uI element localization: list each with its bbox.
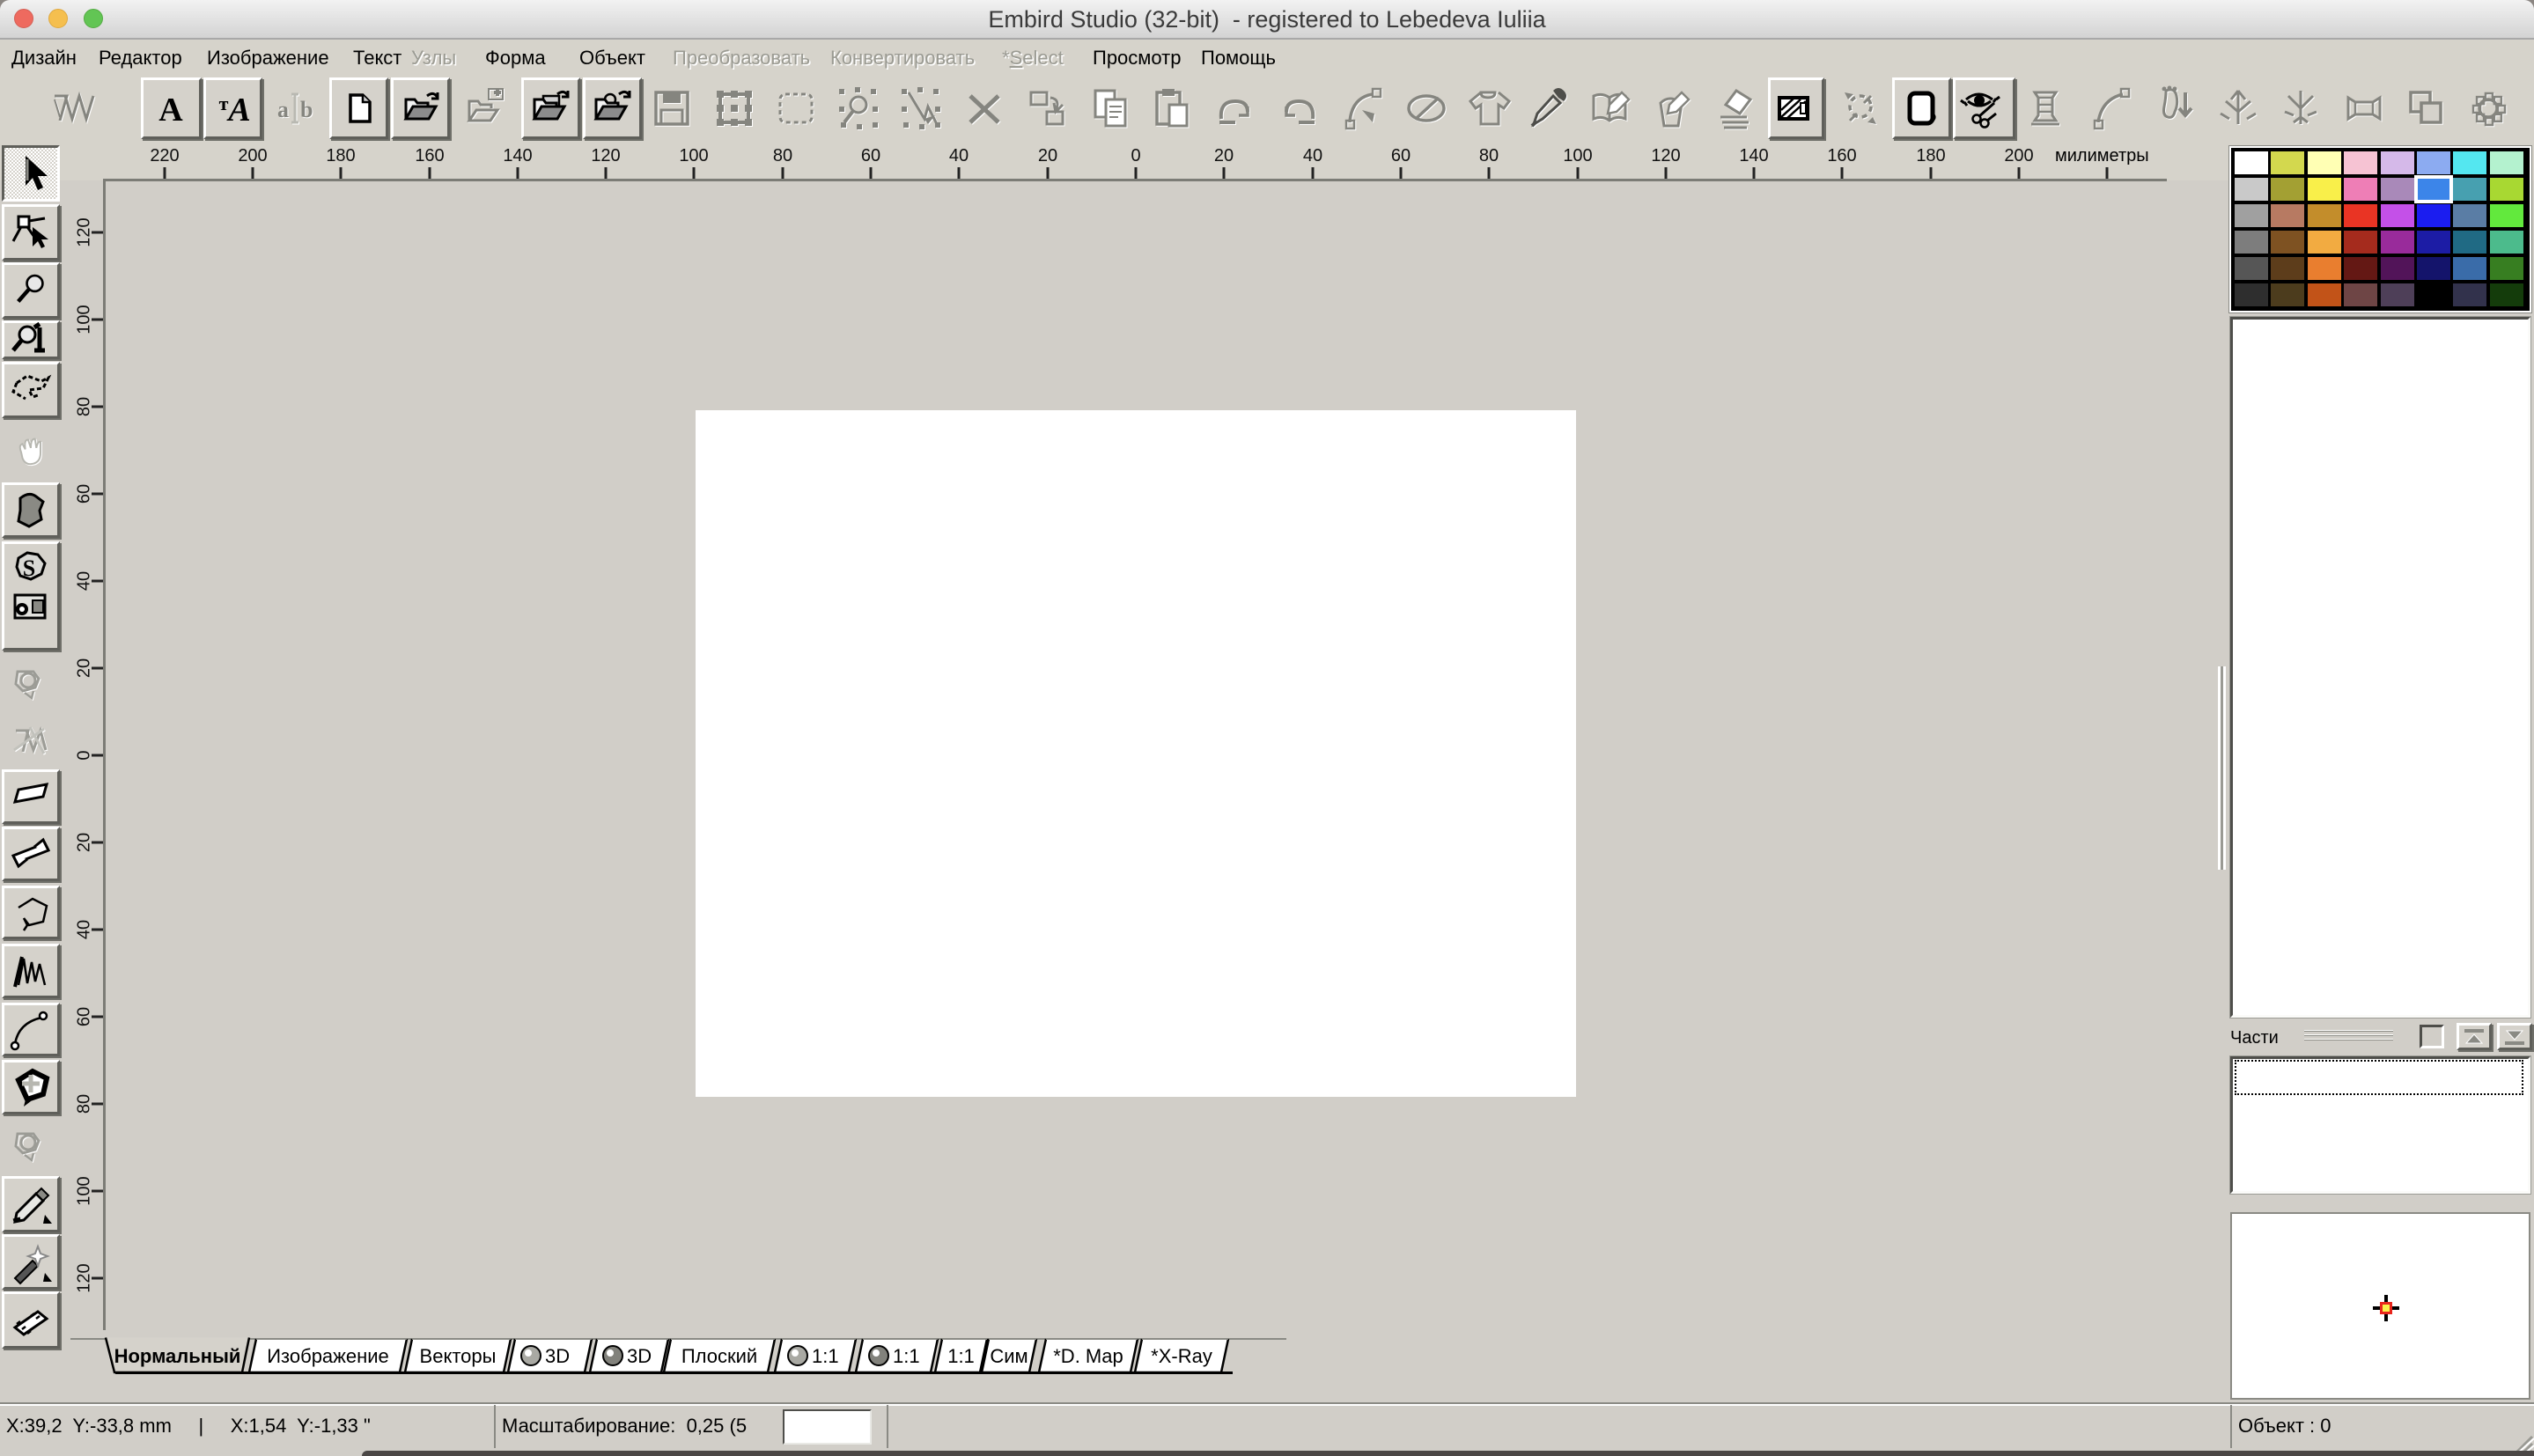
- svg-text:Нормальный: Нормальный: [114, 1345, 241, 1367]
- svg-text:A: A: [158, 92, 183, 129]
- svg-text:т: т: [219, 92, 229, 114]
- svg-text:Сим: Сим: [990, 1345, 1028, 1367]
- svg-text:S: S: [23, 555, 35, 581]
- svg-text:Плоский: Плоский: [681, 1345, 757, 1367]
- svg-text:3D: 3D: [627, 1345, 652, 1367]
- svg-text:1:1: 1:1: [893, 1345, 920, 1367]
- svg-text:Изображение: Изображение: [267, 1345, 389, 1367]
- svg-text:1:1: 1:1: [947, 1345, 975, 1367]
- svg-text:A: A: [226, 92, 250, 129]
- svg-text:*D. Map: *D. Map: [1053, 1345, 1123, 1367]
- svg-text:*X-Ray: *X-Ray: [1151, 1345, 1212, 1367]
- svg-text:a: a: [277, 97, 289, 122]
- svg-text:Векторы: Векторы: [420, 1345, 497, 1367]
- svg-text:3D: 3D: [545, 1345, 570, 1367]
- svg-text:b: b: [300, 97, 313, 122]
- svg-text:1:1: 1:1: [812, 1345, 839, 1367]
